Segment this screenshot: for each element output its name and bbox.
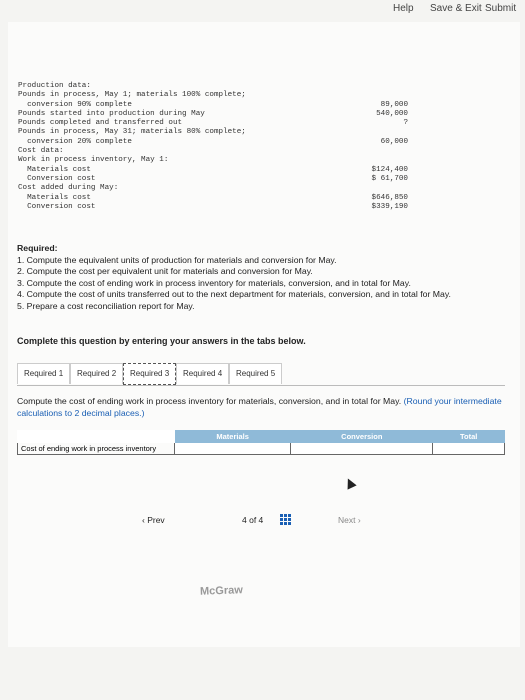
required-item-1: 1. Compute the equivalent units of produ… xyxy=(17,254,337,265)
header-conversion: Conversion xyxy=(290,430,434,443)
tab-bar: Required 1 Required 2 Required 3 Require… xyxy=(17,363,505,386)
production-data-label: conversion 20% complete xyxy=(18,137,132,146)
production-data-value: 60,000 xyxy=(380,137,408,146)
production-data-label: Pounds started into production during Ma… xyxy=(18,109,205,118)
production-data-row: Conversion cost $339,190 xyxy=(18,203,408,212)
production-data-row: Materials cost $124,400 xyxy=(18,166,408,175)
required-item-2: 2. Compute the cost per equivalent unit … xyxy=(17,266,313,276)
required-section: Required: 1. Compute the equivalent unit… xyxy=(17,243,507,312)
production-data-row: Pounds in process, May 31; materials 80%… xyxy=(18,128,408,137)
production-data-row: Production data: xyxy=(18,82,408,91)
production-data-value: 89,000 xyxy=(380,100,408,109)
required-heading: Required: xyxy=(17,243,58,253)
table-header-row: Materials Conversion Total xyxy=(17,430,505,443)
production-data-row: conversion 20% complete 60,000 xyxy=(18,138,408,147)
required-item-5: 5. Prepare a cost reconciliation report … xyxy=(17,300,195,311)
production-data-row: Work in process inventory, May 1: xyxy=(18,156,408,165)
required-item-3: 3. Compute the cost of ending work in pr… xyxy=(17,277,411,288)
answer-table: Materials Conversion Total Cost of endin… xyxy=(17,430,505,455)
help-link[interactable]: Help xyxy=(393,3,414,14)
production-data-value: $646,850 xyxy=(371,193,408,202)
conversion-input[interactable] xyxy=(290,442,434,455)
required-item-4: 4. Compute the cost of units transferred… xyxy=(17,289,451,299)
submit-button[interactable]: Submit xyxy=(485,3,516,14)
instructions: Compute the cost of ending work in proce… xyxy=(17,396,502,419)
production-data-row: Conversion cost $ 61,700 xyxy=(18,175,408,184)
top-toolbar: Help Save & Exit Submit xyxy=(0,0,525,22)
production-data-label: Pounds completed and transferred out xyxy=(18,119,183,128)
production-data-value xyxy=(338,184,408,193)
production-data-label: Pounds in process, May 31; materials 80%… xyxy=(18,128,246,137)
production-data-value xyxy=(338,128,408,137)
brand-logo: McGraw xyxy=(199,584,243,598)
header-materials: Materials xyxy=(173,430,292,443)
production-data-row: conversion 90% complete 89,000 xyxy=(18,101,408,110)
production-data-value xyxy=(338,147,408,156)
production-data-row: Materials cost $646,850 xyxy=(18,194,408,203)
production-data-label: Conversion cost xyxy=(18,174,96,183)
production-data-label: Production data: xyxy=(18,82,91,90)
production-data-value: $ 61,700 xyxy=(371,174,408,183)
header-total: Total xyxy=(432,430,505,443)
row-label: Cost of ending work in process inventory xyxy=(17,442,175,455)
prev-label: Prev xyxy=(147,515,165,525)
total-input[interactable] xyxy=(432,442,505,455)
next-label: Next xyxy=(338,515,356,525)
production-data-row: Pounds completed and transferred out? xyxy=(18,119,408,128)
production-data-value: $339,190 xyxy=(371,202,408,211)
production-data-row: Pounds started into production during Ma… xyxy=(18,110,408,119)
production-data-label: Pounds in process, May 1; materials 100%… xyxy=(18,91,246,100)
instructions-text: Compute the cost of ending work in proce… xyxy=(17,396,402,406)
production-data-value xyxy=(338,91,408,100)
prev-button[interactable]: ‹ Prev xyxy=(142,515,165,525)
production-data-label: conversion 90% complete xyxy=(18,100,132,109)
chevron-right-icon: › xyxy=(355,515,361,525)
production-data-label: Cost added during May: xyxy=(18,184,119,193)
production-data-label: Materials cost xyxy=(18,165,91,174)
production-data-label: Work in process inventory, May 1: xyxy=(18,156,169,165)
tab-required-5[interactable]: Required 5 xyxy=(229,363,283,384)
production-data-value: ? xyxy=(403,119,408,128)
production-data-row: Cost data: xyxy=(18,147,408,156)
grid-icon[interactable] xyxy=(280,514,291,525)
production-data-row: Pounds in process, May 1; materials 100%… xyxy=(18,91,408,100)
production-data-label: Conversion cost xyxy=(18,202,96,211)
production-data-label: Materials cost xyxy=(18,193,91,202)
save-exit-link[interactable]: Save & Exit xyxy=(430,3,482,14)
production-data-label: Cost data: xyxy=(18,147,64,156)
production-data-block: Production data: Pounds in process, May 1… xyxy=(18,82,408,212)
production-data-row: Cost added during May: xyxy=(18,184,408,193)
tab-required-1[interactable]: Required 1 xyxy=(17,363,71,384)
tab-required-4[interactable]: Required 4 xyxy=(176,363,230,384)
production-data-value xyxy=(338,82,408,91)
production-data-value: $124,400 xyxy=(371,165,408,174)
page-counter: 4 of 4 xyxy=(242,515,264,525)
tab-required-3[interactable]: Required 3 xyxy=(123,363,177,385)
table-row: Cost of ending work in process inventory xyxy=(17,442,505,455)
production-data-value xyxy=(338,156,408,165)
tab-required-2[interactable]: Required 2 xyxy=(70,363,124,384)
materials-input[interactable] xyxy=(173,442,292,455)
production-data-value: 540,000 xyxy=(376,109,408,118)
next-button[interactable]: Next › xyxy=(338,515,361,525)
complete-heading: Complete this question by entering your … xyxy=(17,336,306,346)
